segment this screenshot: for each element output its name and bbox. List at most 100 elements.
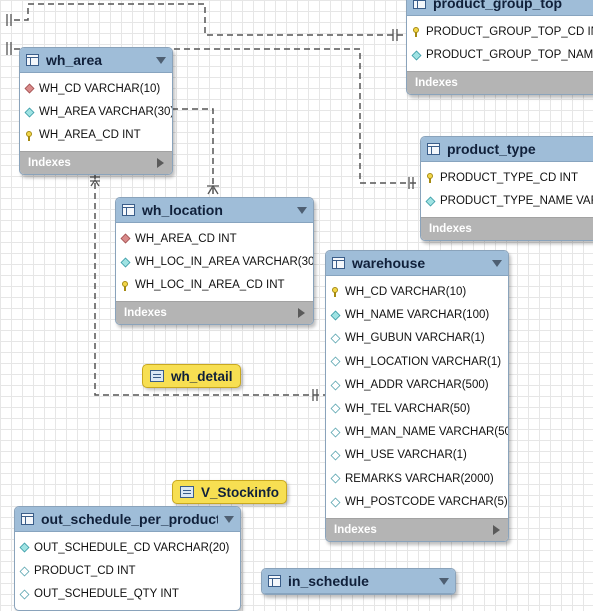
column-row[interactable]: WH_CD VARCHAR(10)	[326, 280, 508, 303]
column-row[interactable]: PRODUCT_GROUP_TOP_CD INT	[407, 20, 593, 43]
view-name: V_Stockinfo	[201, 484, 280, 500]
column-row[interactable]: WH_LOC_IN_AREA VARCHAR(30)	[116, 250, 313, 273]
column-label: WH_AREA_CD INT	[135, 232, 237, 245]
view-wh-detail[interactable]: wh_detail	[142, 364, 241, 388]
table-header[interactable]: out_schedule_per_product	[15, 507, 240, 532]
table-name: wh_location	[142, 202, 223, 218]
table-name: product_group_top	[433, 0, 563, 11]
table-warehouse[interactable]: warehouse WH_CD VARCHAR(10) WH_NAME VARC…	[325, 250, 509, 542]
collapse-arrow-icon[interactable]	[492, 259, 502, 267]
column-diamond-icon	[120, 257, 131, 268]
primary-key-icon	[412, 27, 421, 38]
column-label: WH_AREA_CD INT	[39, 129, 141, 142]
column-row[interactable]: OUT_SCHEDULE_CD VARCHAR(20)	[15, 536, 240, 559]
column-row[interactable]: WH_MAN_NAME VARCHAR(50)	[326, 420, 508, 443]
table-icon	[427, 143, 440, 155]
foreign-key-icon	[24, 83, 35, 94]
indexes-bar[interactable]: Indexes	[20, 151, 172, 175]
marker-c	[392, 29, 398, 41]
collapse-arrow-icon[interactable]	[297, 206, 307, 214]
column-row[interactable]: OUT_SCHEDULE_QTY INT	[15, 583, 240, 606]
column-diamond-icon	[19, 566, 30, 577]
primary-key-icon	[25, 130, 34, 141]
column-diamond-icon	[330, 356, 341, 367]
column-diamond-icon	[411, 50, 422, 61]
column-row[interactable]: REMARKS VARCHAR(2000)	[326, 467, 508, 490]
column-row[interactable]: WH_AREA VARCHAR(30)	[20, 100, 172, 123]
column-diamond-icon	[330, 450, 341, 461]
column-label: WH_CD VARCHAR(10)	[39, 82, 161, 95]
column-row[interactable]: WH_AREA_CD INT	[116, 227, 313, 250]
column-row[interactable]: WH_TEL VARCHAR(50)	[326, 397, 508, 420]
table-icon	[122, 204, 135, 216]
column-row[interactable]: WH_POSTCODE VARCHAR(5)	[326, 491, 508, 514]
table-out-schedule-per-product[interactable]: out_schedule_per_product OUT_SCHEDULE_CD…	[14, 506, 241, 611]
column-row[interactable]: PRODUCT_TYPE_NAME VARCHAR	[421, 189, 593, 212]
column-row[interactable]: WH_AREA_CD INT	[20, 124, 172, 147]
indexes-bar[interactable]: Indexes	[116, 301, 313, 325]
column-label: WH_LOC_IN_AREA VARCHAR(30)	[135, 256, 314, 269]
indexes-bar[interactable]: Indexes	[407, 70, 593, 94]
primary-key-icon	[121, 280, 130, 291]
view-icon	[150, 370, 164, 382]
table-product-type[interactable]: product_type PRODUCT_TYPE_CD INT PRODUCT…	[420, 136, 593, 241]
column-row[interactable]: PRODUCT_CD INT	[15, 559, 240, 582]
table-header[interactable]: wh_area	[20, 48, 172, 73]
column-diamond-icon	[330, 427, 341, 437]
column-label: WH_USE VARCHAR(1)	[345, 449, 467, 462]
view-icon	[180, 486, 194, 498]
table-name: wh_area	[46, 52, 103, 68]
column-diamond-icon	[330, 473, 341, 484]
column-label: PRODUCT_CD INT	[34, 565, 136, 578]
collapse-arrow-icon[interactable]	[156, 56, 166, 64]
column-diamond-icon	[330, 333, 341, 344]
column-row[interactable]: WH_USE VARCHAR(1)	[326, 444, 508, 467]
column-label: OUT_SCHEDULE_QTY INT	[34, 588, 179, 601]
table-header[interactable]: warehouse	[326, 251, 508, 276]
table-wh-location[interactable]: wh_location WH_AREA_CD INT WH_LOC_IN_ARE…	[115, 197, 314, 326]
column-row[interactable]: PRODUCT_TYPE_CD INT	[421, 166, 593, 189]
table-header[interactable]: wh_location	[116, 198, 313, 223]
rel-top-loop	[14, 3, 405, 36]
foreign-key-icon	[120, 233, 131, 244]
indexes-bar[interactable]: Indexes	[326, 517, 508, 541]
indexes-bar[interactable]: Indexes	[421, 216, 593, 240]
primary-key-icon	[426, 173, 435, 184]
expand-arrow-icon[interactable]	[298, 308, 305, 319]
collapse-arrow-icon[interactable]	[224, 515, 234, 523]
expand-arrow-icon[interactable]	[493, 524, 500, 535]
column-row[interactable]: WH_LOC_IN_AREA_CD INT	[116, 274, 313, 297]
indexes-label: Indexes	[28, 157, 71, 170]
table-in-schedule[interactable]: in_schedule	[261, 568, 456, 595]
column-diamond-icon	[330, 380, 341, 391]
table-product-group-top[interactable]: product_group_top PRODUCT_GROUP_TOP_CD I…	[406, 0, 593, 95]
table-name: in_schedule	[288, 573, 369, 589]
table-wh-area[interactable]: wh_area WH_CD VARCHAR(10) WH_AREA VARCHA…	[19, 47, 173, 176]
table-name: product_type	[447, 141, 536, 157]
view-v-stockinfo[interactable]: V_Stockinfo	[172, 480, 288, 504]
table-header[interactable]: in_schedule	[262, 569, 455, 594]
column-label: WH_ADDR VARCHAR(500)	[345, 379, 489, 392]
table-header[interactable]: product_group_top	[407, 0, 593, 16]
column-label: WH_LOC_IN_AREA_CD INT	[135, 279, 285, 292]
column-row[interactable]: PRODUCT_GROUP_TOP_NAME VARCHAR	[407, 43, 593, 66]
column-row[interactable]: WH_NAME VARCHAR(100)	[326, 303, 508, 326]
table-header[interactable]: product_type	[421, 137, 593, 162]
primary-key-icon	[331, 287, 340, 298]
column-row[interactable]: WH_CD VARCHAR(10)	[20, 77, 172, 100]
column-diamond-icon	[330, 310, 341, 321]
marker-a	[6, 14, 12, 26]
column-row[interactable]: WH_LOCATION VARCHAR(1)	[326, 350, 508, 373]
expand-arrow-icon[interactable]	[157, 158, 164, 169]
column-diamond-icon	[24, 107, 35, 118]
column-row[interactable]: WH_ADDR VARCHAR(500)	[326, 374, 508, 397]
column-row[interactable]: WH_GUBUN VARCHAR(1)	[326, 327, 508, 350]
indexes-label: Indexes	[334, 523, 377, 536]
column-diamond-icon	[330, 403, 341, 414]
collapse-arrow-icon[interactable]	[439, 577, 449, 585]
column-label: PRODUCT_TYPE_NAME VARCHAR	[440, 195, 593, 208]
column-label: WH_AREA VARCHAR(30)	[39, 106, 173, 119]
table-icon	[332, 257, 345, 269]
column-label: REMARKS VARCHAR(2000)	[345, 472, 494, 485]
column-diamond-icon	[19, 589, 30, 600]
